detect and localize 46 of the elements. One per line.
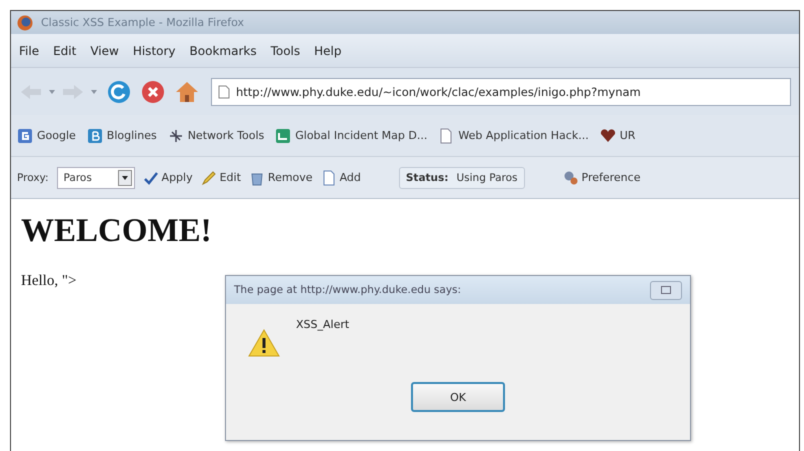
menu-item[interactable]: File — [19, 44, 40, 58]
page-heading: WELCOME! — [21, 213, 212, 250]
g-logo-icon — [17, 128, 33, 144]
preferences-button[interactable]: Preference — [562, 170, 640, 186]
heart-icon — [600, 128, 616, 144]
checkmark-icon — [142, 170, 159, 186]
dropdown-icon[interactable] — [49, 90, 55, 94]
proxy-label: Proxy: — [17, 172, 49, 184]
bookmark-item[interactable]: Global Incident Map D... — [275, 128, 428, 144]
bookmark-item[interactable]: Bloglines — [86, 128, 157, 144]
menu-item[interactable]: Tools — [270, 44, 300, 58]
dropdown-icon[interactable] — [91, 90, 97, 94]
alert-message: XSS_Alert — [296, 318, 350, 331]
warning-icon — [248, 328, 280, 358]
window-title: Classic XSS Example - Mozilla Firefox — [41, 16, 244, 29]
ok-button[interactable]: OK — [411, 382, 505, 412]
home-icon[interactable] — [175, 80, 199, 104]
menu-item[interactable]: History — [132, 44, 176, 58]
browser-logo-icon — [17, 14, 33, 30]
bookmark-item[interactable]: UR — [600, 128, 636, 144]
menu-item[interactable]: Bookmarks — [190, 44, 257, 58]
stop-icon[interactable] — [141, 80, 165, 104]
pencil-icon — [200, 170, 217, 186]
bookmark-item[interactable]: Web Application Hack... — [438, 128, 589, 144]
dialog-title: The page at http://www.phy.duke.edu says: — [234, 284, 462, 296]
status-indicator: Status: Using Paros — [398, 166, 524, 188]
close-icon — [661, 286, 671, 294]
reload-icon[interactable] — [107, 80, 131, 104]
menu-item[interactable]: Help — [314, 44, 342, 58]
menu-item[interactable]: Edit — [53, 44, 76, 58]
page-icon — [438, 128, 454, 144]
bookmark-item[interactable]: Network Tools — [168, 128, 264, 144]
toolbar-button[interactable]: Add — [320, 170, 361, 186]
b-logo-icon — [86, 128, 103, 144]
toolbar-button[interactable]: Edit — [200, 170, 241, 186]
address-field[interactable]: http://www.phy.duke.edu/~icon/work/clac/examples/inigo.php?mynam — [211, 78, 791, 106]
toolbar-button[interactable]: Remove — [248, 170, 313, 186]
toolbar-button[interactable]: Apply — [142, 170, 193, 186]
menu-item[interactable]: View — [90, 44, 119, 58]
dropdown-icon — [118, 170, 132, 186]
page-icon — [320, 170, 337, 186]
greeting-text: Hello, "> — [21, 273, 76, 290]
proxy-select[interactable]: Paros — [56, 166, 135, 188]
close-button[interactable] — [650, 280, 682, 300]
page-icon — [218, 84, 230, 98]
bookmark-item[interactable]: Google — [17, 128, 76, 144]
